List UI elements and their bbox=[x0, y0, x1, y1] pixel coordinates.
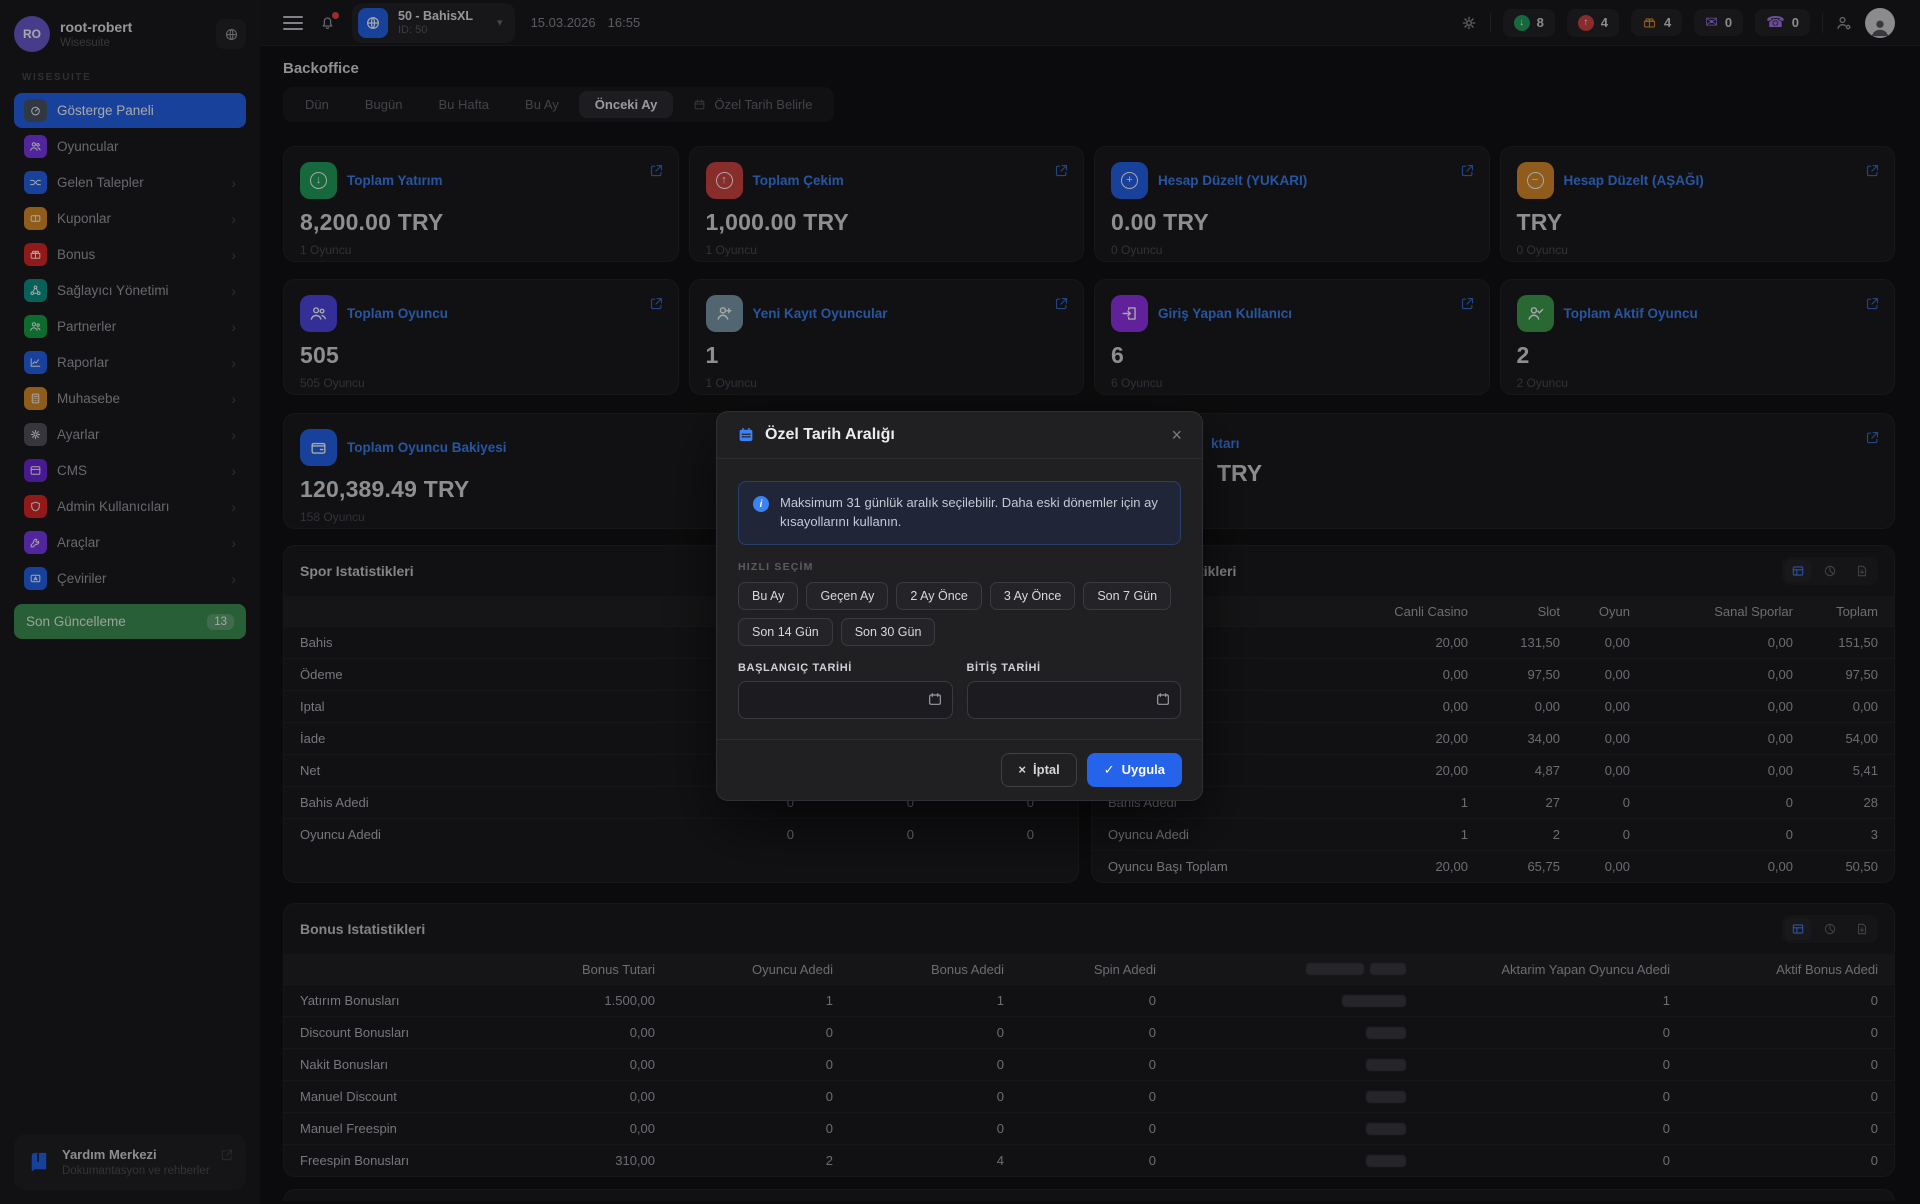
quick-option-son-7-gun[interactable]: Son 7 Gün bbox=[1083, 582, 1171, 610]
modal-body: i Maksimum 31 günlük aralık seçilebilir.… bbox=[717, 459, 1202, 739]
custom-date-range-modal: Özel Tarih Aralığı × i Maksimum 31 günlü… bbox=[716, 411, 1203, 801]
modal-title: Özel Tarih Aralığı bbox=[765, 426, 895, 444]
end-date-field: BİTİŞ TARİHİ bbox=[967, 662, 1182, 719]
quick-option-son-30-gun[interactable]: Son 30 Gün bbox=[841, 618, 936, 646]
quick-option-3-ay-once[interactable]: 3 Ay Önce bbox=[990, 582, 1075, 610]
quick-option-2-ay-once[interactable]: 2 Ay Önce bbox=[896, 582, 981, 610]
start-date-field: BAŞLANGIÇ TARİHİ bbox=[738, 662, 953, 719]
x-icon: × bbox=[1018, 762, 1026, 777]
cancel-button[interactable]: × İptal bbox=[1001, 753, 1076, 787]
end-date-input[interactable] bbox=[967, 681, 1182, 719]
info-callout: i Maksimum 31 günlük aralık seçilebilir.… bbox=[738, 481, 1181, 545]
calendar-icon bbox=[737, 426, 755, 444]
apply-label: Uygula bbox=[1122, 762, 1165, 777]
modal-footer: × İptal ✓ Uygula bbox=[717, 739, 1202, 800]
close-icon[interactable]: × bbox=[1171, 426, 1182, 444]
apply-button[interactable]: ✓ Uygula bbox=[1087, 753, 1182, 787]
modal-header: Özel Tarih Aralığı × bbox=[717, 412, 1202, 459]
end-date-label: BİTİŞ TARİHİ bbox=[967, 662, 1182, 674]
quick-option-son-14-gun[interactable]: Son 14 Gün bbox=[738, 618, 833, 646]
quick-select-label: HIZLI SEÇİM bbox=[738, 561, 1181, 573]
start-date-label: BAŞLANGIÇ TARİHİ bbox=[738, 662, 953, 674]
cancel-label: İptal bbox=[1033, 762, 1060, 777]
calendar-icon[interactable] bbox=[927, 691, 943, 707]
check-icon: ✓ bbox=[1104, 762, 1115, 778]
quick-option-gecen-ay[interactable]: Geçen Ay bbox=[806, 582, 888, 610]
date-fields-row: BAŞLANGIÇ TARİHİ BİTİŞ TARİHİ bbox=[738, 662, 1181, 719]
quick-select-options: Bu Ay Geçen Ay 2 Ay Önce 3 Ay Önce Son 7… bbox=[738, 582, 1181, 646]
info-icon: i bbox=[753, 496, 769, 512]
quick-option-bu-ay[interactable]: Bu Ay bbox=[738, 582, 798, 610]
calendar-icon[interactable] bbox=[1155, 691, 1171, 707]
start-date-input[interactable] bbox=[738, 681, 953, 719]
info-text: Maksimum 31 günlük aralık seçilebilir. D… bbox=[780, 494, 1166, 532]
